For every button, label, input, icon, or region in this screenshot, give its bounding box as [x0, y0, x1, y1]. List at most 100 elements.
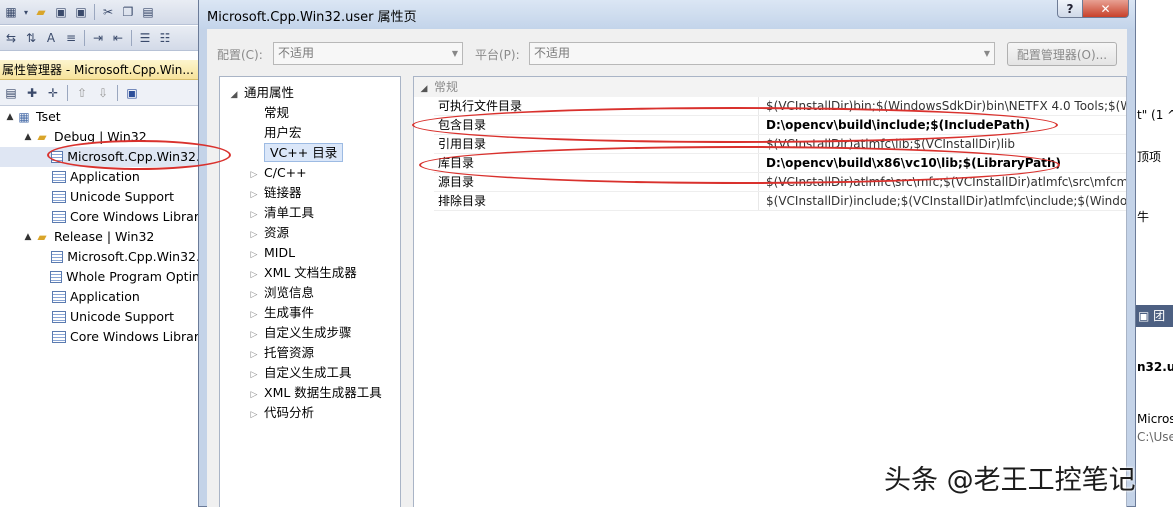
expand-arrow-icon[interactable]: ▲ — [22, 127, 34, 147]
tree-item[interactable]: ▲ ▰ Debug | Win32 — [0, 127, 200, 147]
paste-icon[interactable]: ▤ — [139, 3, 157, 21]
expand-arrow-icon[interactable]: ▷ — [248, 185, 260, 205]
tree-item[interactable]: Core Windows Librar — [0, 207, 200, 227]
tree-item-label: Debug | Win32 — [54, 129, 147, 144]
save-all-icon[interactable]: ▣ — [72, 3, 90, 21]
property-value[interactable]: D:\opencv\build\include;$(IncludePath) — [758, 116, 1126, 135]
category-tree-item[interactable]: ▷ MIDL — [248, 243, 296, 265]
property-row[interactable]: 引用目录 $(VCInstallDir)atlmfc\lib;$(VCInstal… — [414, 135, 1126, 154]
save-icon[interactable]: ▣ — [52, 3, 70, 21]
save-icon[interactable]: ▣ — [123, 84, 141, 102]
category-tree-item[interactable]: ▷ 自定义生成工具 — [248, 363, 352, 383]
expand-arrow-icon[interactable]: ▷ — [248, 345, 260, 365]
collapse-arrow-icon[interactable]: ◢ — [414, 79, 434, 99]
expand-arrow-icon[interactable]: ▲ — [4, 107, 16, 127]
configuration-select[interactable]: 不适用 ▼ — [273, 42, 463, 65]
tree-item[interactable]: Microsoft.Cpp.Win32. — [0, 147, 200, 167]
project-icon: ▦ — [18, 110, 30, 124]
category-tree-item[interactable]: ▷ XML 文档生成器 — [248, 263, 357, 283]
expand-arrow-icon[interactable]: ▲ — [22, 227, 34, 247]
tree-item[interactable]: Core Windows Librar — [0, 327, 200, 347]
outdent-icon[interactable]: ⇤ — [109, 29, 127, 47]
format-icon[interactable]: ≡ — [62, 29, 80, 47]
expand-arrow-icon[interactable]: ▷ — [248, 285, 260, 305]
category-tree-item[interactable]: 用户宏 — [248, 123, 302, 143]
expand-arrow-icon[interactable]: ▷ — [248, 205, 260, 225]
properties-icon[interactable]: ▤ — [2, 84, 20, 102]
tree-item[interactable]: Unicode Support — [0, 187, 200, 207]
property-value[interactable]: D:\opencv\build\x86\vc10\lib;$(LibraryPa… — [758, 154, 1126, 173]
move-down-icon[interactable]: ⇩ — [94, 84, 112, 102]
category-tree-item[interactable]: ▷ C/C++ — [248, 163, 307, 183]
format-icon[interactable]: A — [42, 29, 60, 47]
category-tree-item[interactable]: ▷ XML 数据生成器工具 — [248, 383, 382, 403]
property-value[interactable]: $(VCInstallDir)atlmfc\src\mfc;$(VCInstal… — [758, 173, 1126, 192]
property-value[interactable]: $(VCInstallDir)atlmfc\lib;$(VCInstallDir… — [758, 135, 1126, 154]
expand-arrow-icon[interactable]: ▷ — [248, 385, 260, 405]
property-sheet-icon — [50, 251, 64, 263]
expand-arrow-icon[interactable]: ▷ — [248, 305, 260, 325]
property-value[interactable]: $(VCInstallDir)include;$(VCInstallDir)at… — [758, 192, 1126, 211]
property-row[interactable]: 源目录 $(VCInstallDir)atlmfc\src\mfc;$(VCIns… — [414, 173, 1126, 192]
uncomment-icon[interactable]: ☷ — [156, 29, 174, 47]
category-tree-item[interactable]: ▷ 生成事件 — [248, 303, 314, 323]
category-tree-item[interactable]: ◢ 通用属性 — [228, 83, 294, 103]
expand-arrow-icon[interactable]: ▷ — [248, 365, 260, 385]
property-row[interactable]: 包含目录 D:\opencv\build\include;$(IncludePat… — [414, 116, 1126, 135]
property-name: 源目录 — [438, 175, 475, 189]
copy-icon[interactable]: ❐ — [119, 3, 137, 21]
dialog-titlebar[interactable]: Microsoft.Cpp.Win32.user 属性页 ? ✕ — [199, 0, 1135, 29]
cut-icon[interactable]: ✂ — [99, 3, 117, 21]
platform-select[interactable]: 不适用 ▼ — [529, 42, 995, 65]
configuration-manager-button[interactable]: 配置管理器(O)... — [1007, 42, 1117, 66]
help-button[interactable]: ? — [1057, 0, 1083, 18]
property-manager-title[interactable]: 属性管理器 - Microsoft.Cpp.Win... — [0, 60, 200, 80]
team-tab-header[interactable]: ▣ 团 — [1135, 305, 1173, 327]
category-tree-item[interactable]: ▷ 链接器 — [248, 183, 302, 203]
category-tree-item[interactable]: ▷ 代码分析 — [248, 403, 314, 423]
expand-arrow-icon[interactable]: ▷ — [248, 405, 260, 425]
add-new-sheet-icon[interactable]: ✚ — [23, 84, 41, 102]
tree-item[interactable]: Unicode Support — [0, 307, 200, 327]
close-button[interactable]: ✕ — [1083, 0, 1129, 18]
category-tree-item[interactable]: 常规 — [248, 103, 289, 123]
dropdown-arrow-icon[interactable]: ▾ — [22, 3, 30, 21]
category-tree-item[interactable]: ▷ 清单工具 — [248, 203, 314, 223]
add-existing-sheet-icon[interactable]: ✛ — [44, 84, 62, 102]
move-up-icon[interactable]: ⇧ — [73, 84, 91, 102]
expand-arrow-icon[interactable]: ▷ — [248, 265, 260, 285]
tree-item[interactable]: Application — [0, 287, 200, 307]
category-tree-item[interactable]: ▷ 浏览信息 — [248, 283, 314, 303]
category-tree-item[interactable]: ▷ 托管资源 — [248, 343, 314, 363]
expand-arrow-icon[interactable]: ▷ — [248, 225, 260, 245]
tree-item[interactable]: Microsoft.Cpp.Win32. — [0, 247, 200, 267]
format-icon[interactable]: ⇅ — [22, 29, 40, 47]
category-tree-item[interactable]: ▷ 资源 — [248, 223, 289, 243]
comment-icon[interactable]: ☰ — [136, 29, 154, 47]
expand-arrow-icon[interactable]: ◢ — [228, 85, 240, 105]
category-tree-item-label: 生成事件 — [264, 305, 315, 320]
property-value[interactable]: $(VCInstallDir)bin;$(WindowsSdkDir)bin\N… — [758, 97, 1126, 116]
platform-label: 平台(P): — [475, 48, 520, 62]
tree-item[interactable]: Whole Program Optin — [0, 267, 200, 287]
property-row[interactable]: 库目录 D:\opencv\build\x86\vc10\lib;$(Librar… — [414, 154, 1126, 173]
format-icon[interactable]: ⇆ — [2, 29, 20, 47]
category-tree-item[interactable]: VC++ 目录 — [248, 143, 344, 163]
expand-arrow-icon[interactable]: ▷ — [248, 245, 260, 265]
ide-toolbar-top: ▦ ▾ ▰ ▣ ▣ ✂ ❐ ▤ — [0, 0, 200, 25]
open-folder-icon[interactable]: ▰ — [32, 3, 50, 21]
category-tree-item-label: 用户宏 — [264, 125, 302, 140]
new-item-icon[interactable]: ▦ — [2, 3, 20, 21]
property-sheet-icon — [52, 171, 66, 183]
tree-item[interactable]: ▲ ▦ Tset — [0, 107, 200, 127]
tree-item[interactable]: Application — [0, 167, 200, 187]
tree-item[interactable]: ▲ ▰ Release | Win32 — [0, 227, 200, 247]
property-row[interactable]: 可执行文件目录 $(VCInstallDir)bin;$(WindowsSdkDi… — [414, 97, 1126, 116]
indent-icon[interactable]: ⇥ — [89, 29, 107, 47]
category-tree-item[interactable]: ▷ 自定义生成步骤 — [248, 323, 352, 343]
expand-arrow-icon[interactable]: ▷ — [248, 165, 260, 185]
category-header[interactable]: ◢ 常规 — [414, 77, 1126, 97]
property-row-separator — [434, 210, 1126, 211]
property-row[interactable]: 排除目录 $(VCInstallDir)include;$(VCInstallDi… — [414, 192, 1126, 211]
expand-arrow-icon[interactable]: ▷ — [248, 325, 260, 345]
